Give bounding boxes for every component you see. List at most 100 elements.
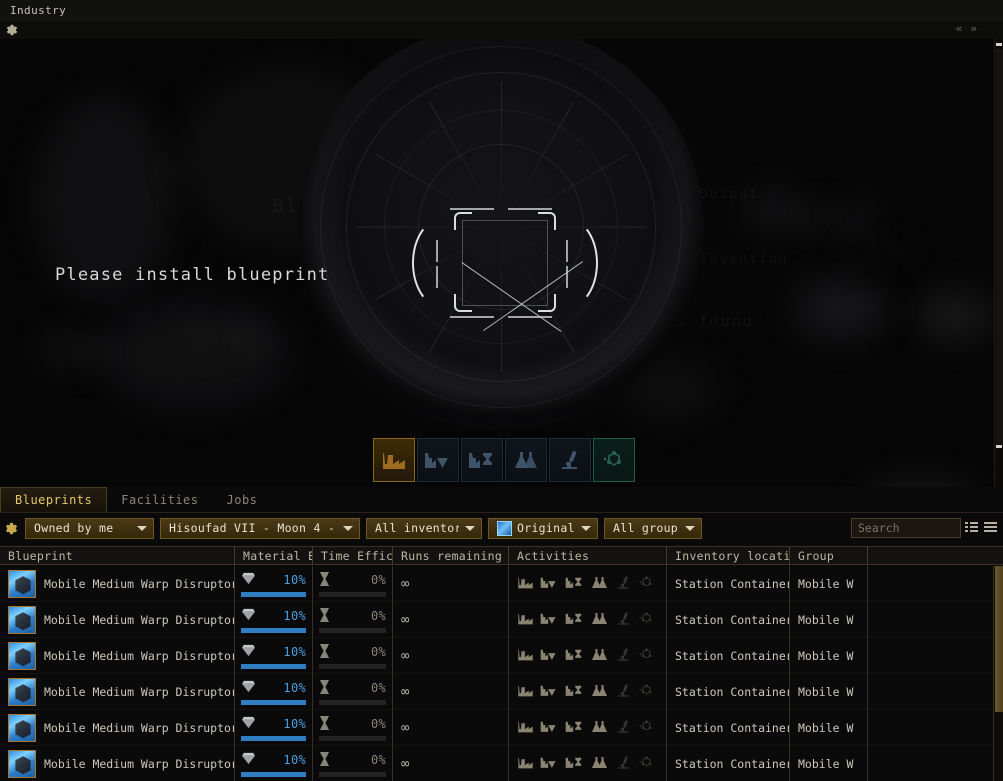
reactions-icon[interactable] — [638, 611, 655, 629]
activity-button-invention[interactable] — [549, 438, 591, 482]
detail-view-icon[interactable] — [984, 519, 997, 538]
cell-inventory-location: Station Container — [667, 674, 790, 710]
te-research-icon[interactable] — [565, 755, 584, 773]
inventory-filter-dropdown[interactable]: All inventory location — [366, 517, 482, 539]
te-research-icon[interactable] — [565, 647, 584, 665]
copying-icon[interactable] — [590, 575, 609, 593]
copying-icon[interactable] — [590, 755, 609, 773]
cell-time-efficiency: 0% — [313, 746, 393, 781]
blueprint-icon — [8, 714, 36, 742]
reactions-icon[interactable] — [638, 683, 655, 701]
copying-icon[interactable] — [590, 719, 609, 737]
column-header-group[interactable]: Group — [790, 547, 868, 565]
copying-icon[interactable] — [590, 611, 609, 629]
blueprint-icon — [8, 570, 36, 598]
column-label-group: Group — [798, 549, 835, 563]
nav-next-button[interactable]: » — [970, 22, 977, 36]
blueprint-name: Mobile Medium Warp Disruptor I Blue — [44, 757, 234, 771]
column-label-inventory-location: Inventory location — [675, 549, 790, 563]
table-row[interactable]: Mobile Medium Warp Disruptor I Blue 10% 0%… — [0, 566, 1003, 602]
time-efficiency-bar — [319, 736, 386, 741]
cell-spacer — [868, 746, 1003, 781]
cell-inventory-location: Station Container — [667, 746, 790, 781]
search-placeholder: Search — [858, 521, 900, 535]
cell-group: Mobile W — [790, 638, 868, 674]
search-input[interactable]: Search — [851, 518, 961, 538]
tab-blueprints[interactable]: Blueprints — [0, 487, 108, 512]
material-efficiency-bar — [241, 592, 306, 597]
me-research-icon[interactable] — [540, 647, 559, 665]
table-row[interactable]: Mobile Medium Warp Disruptor I Blue 10% 0%… — [0, 602, 1003, 638]
activity-button-time-research[interactable] — [461, 438, 503, 482]
blueprint-reticle-icon — [412, 196, 598, 332]
table-scrollbar[interactable] — [993, 566, 1003, 781]
activity-button-copying[interactable] — [505, 438, 547, 482]
manufacturing-icon[interactable] — [517, 755, 534, 773]
invention-icon[interactable] — [615, 575, 632, 593]
invention-icon[interactable] — [615, 755, 632, 773]
activity-button-manufacturing[interactable] — [373, 438, 415, 482]
inventory-filter-value: All inventory location — [375, 521, 459, 535]
filter-settings-gear-icon[interactable] — [4, 521, 19, 536]
activity-button-material-research[interactable] — [417, 438, 459, 482]
me-research-icon[interactable] — [540, 755, 559, 773]
reactions-icon[interactable] — [638, 647, 655, 665]
manufacturing-icon[interactable] — [517, 719, 534, 737]
chevron-down-icon — [137, 525, 147, 531]
window-settings-gear-icon[interactable] — [5, 22, 19, 36]
location-filter-value: Hisoufad VII - Moon 4 - Carthum Co — [169, 521, 337, 535]
column-label-blueprint: Blueprint — [8, 549, 74, 563]
column-header-inventory-location[interactable]: Inventory location — [667, 547, 790, 565]
time-efficiency-value: 0% — [370, 645, 386, 659]
column-header-time-efficiency[interactable]: Time Efficienc — [313, 547, 393, 565]
te-research-icon[interactable] — [565, 683, 584, 701]
table-row[interactable]: Mobile Medium Warp Disruptor I Blue 10% 0%… — [0, 710, 1003, 746]
diamond-icon — [241, 680, 256, 696]
location-filter-dropdown[interactable]: Hisoufad VII - Moon 4 - Carthum Co — [160, 517, 360, 539]
column-header-activities[interactable]: Activities — [509, 547, 667, 565]
me-research-icon[interactable] — [540, 719, 559, 737]
manufacturing-icon[interactable] — [517, 575, 534, 593]
table-row[interactable]: Mobile Medium Warp Disruptor I Blue 10% 0%… — [0, 638, 1003, 674]
copying-icon[interactable] — [590, 647, 609, 665]
cell-material-efficiency: 10% — [235, 746, 313, 781]
group-filter-value: All groups — [613, 521, 679, 535]
table-row[interactable]: Mobile Medium Warp Disruptor I Blue 10% 0%… — [0, 746, 1003, 781]
manufacturing-icon[interactable] — [517, 683, 534, 701]
cell-time-efficiency: 0% — [313, 710, 393, 746]
activity-button-reactions[interactable] — [593, 438, 635, 482]
inventory-location-value: Station Container — [675, 685, 790, 699]
column-header-blueprint[interactable]: Blueprint — [0, 547, 235, 565]
tab-facilities[interactable]: Facilities — [107, 487, 212, 512]
cell-inventory-location: Station Container — [667, 602, 790, 638]
invention-icon[interactable] — [615, 683, 632, 701]
reactions-icon[interactable] — [638, 755, 655, 773]
manufacturing-icon[interactable] — [517, 611, 534, 629]
te-research-icon[interactable] — [565, 611, 584, 629]
me-research-icon[interactable] — [540, 683, 559, 701]
diamond-icon — [241, 572, 256, 588]
originals-filter-value: Originals — [517, 521, 575, 535]
invention-icon[interactable] — [615, 647, 632, 665]
column-header-material-efficiency[interactable]: Material Effic — [235, 547, 313, 565]
reactions-icon[interactable] — [638, 719, 655, 737]
te-research-icon[interactable] — [565, 575, 584, 593]
originals-filter-dropdown[interactable]: Originals — [488, 517, 598, 539]
cell-runs-remaining: ∞ — [393, 602, 509, 638]
reactions-icon[interactable] — [638, 575, 655, 593]
nav-prev-button[interactable]: « — [956, 22, 963, 36]
table-row[interactable]: Mobile Medium Warp Disruptor I Blue 10% 0%… — [0, 674, 1003, 710]
list-view-icon[interactable] — [965, 519, 978, 538]
me-research-icon[interactable] — [540, 575, 559, 593]
copying-icon[interactable] — [590, 683, 609, 701]
column-header-runs-remaining[interactable]: Runs remaining — [393, 547, 509, 565]
te-research-icon[interactable] — [565, 719, 584, 737]
group-filter-dropdown[interactable]: All groups — [604, 517, 702, 539]
me-research-icon[interactable] — [540, 611, 559, 629]
tab-jobs[interactable]: Jobs — [213, 487, 272, 512]
manufacturing-icon[interactable] — [517, 647, 534, 665]
owner-filter-dropdown[interactable]: Owned by me — [25, 517, 154, 539]
invention-icon[interactable] — [615, 719, 632, 737]
invention-icon[interactable] — [615, 611, 632, 629]
main-scrollbar[interactable] — [994, 39, 1003, 487]
